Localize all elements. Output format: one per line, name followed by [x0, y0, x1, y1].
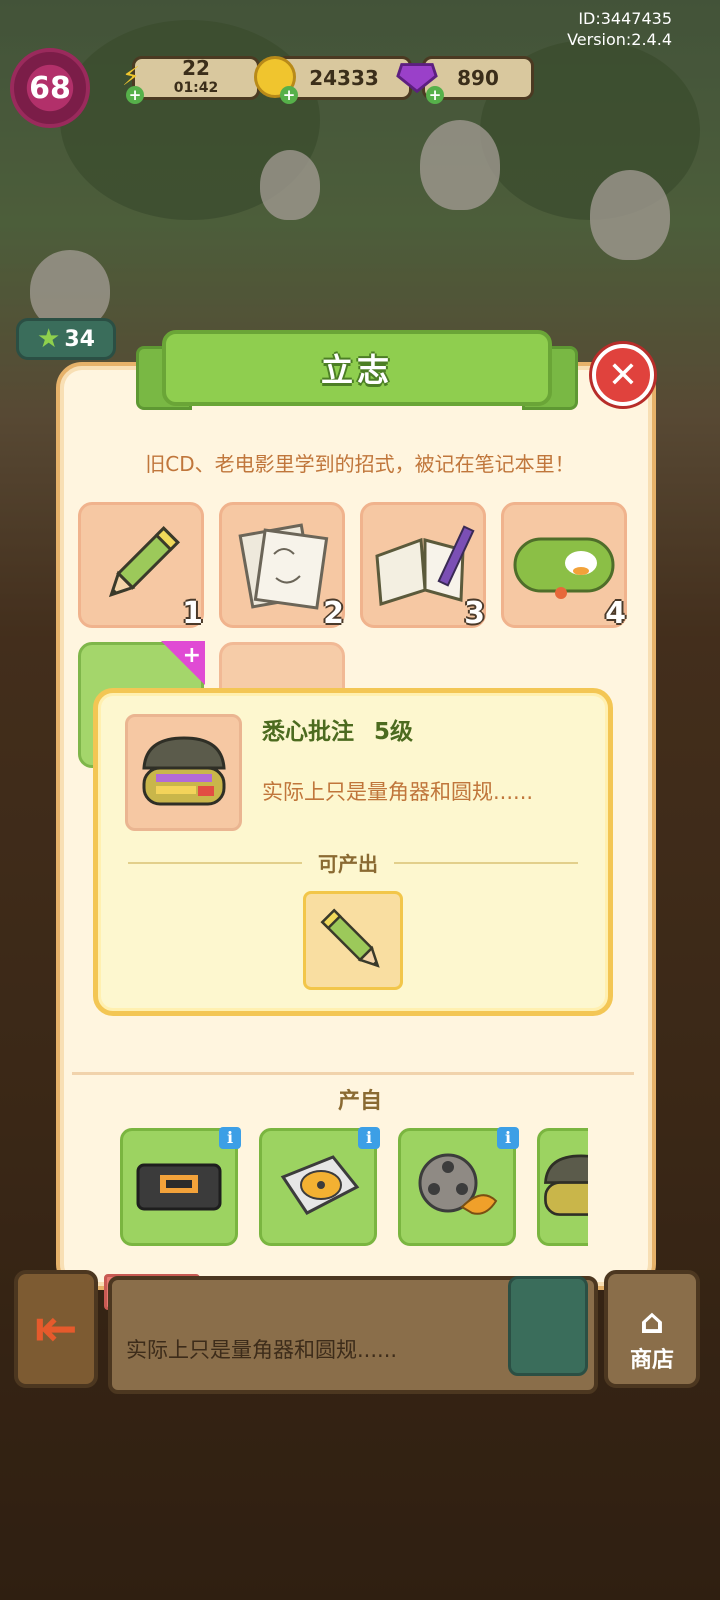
shop-button[interactable]: ⌂ 商店 [604, 1270, 700, 1388]
close-icon: ✕ [607, 354, 639, 396]
coin-value: 24333 [309, 66, 379, 90]
exit-button[interactable]: ⇤ [14, 1270, 98, 1388]
player-id: ID:3447435 [578, 9, 672, 28]
pencil-icon [320, 908, 380, 968]
add-coins-plus-icon[interactable]: + [280, 86, 298, 104]
coin-counter[interactable]: 24333 + [254, 56, 412, 104]
detail-item-name: 悉心批注 [262, 719, 354, 745]
film-reel-icon [418, 1153, 498, 1215]
info-icon[interactable]: i [497, 1127, 519, 1149]
chain-item-2[interactable]: 2 [219, 502, 345, 631]
star-icon: ★ [37, 324, 61, 354]
chain-item-1[interactable]: 1 [78, 502, 204, 631]
chain-item-3[interactable]: 3 [360, 502, 486, 631]
chain-item-level: 1 [182, 596, 203, 631]
chain-item-level: 2 [323, 596, 344, 631]
notebook-icon [375, 525, 475, 606]
add-energy-plus-icon[interactable]: + [126, 86, 144, 104]
detail-item-image [125, 714, 242, 831]
star-counter[interactable]: ★ 34 [16, 318, 116, 360]
source-item-3[interactable]: i [398, 1127, 519, 1246]
version-text: Version:2.4.4 [567, 30, 672, 49]
energy-timer: 01:42 [173, 80, 219, 96]
energy-counter[interactable]: 22 01:42 ⚡ + [110, 56, 260, 104]
pencil-case-icon [513, 537, 615, 599]
chain-item-level: 4 [605, 596, 626, 631]
popup-title: 立志 [320, 351, 393, 389]
chain-description: 旧CD、老电影里学到的招式，被记在笔记本里！ [145, 452, 575, 476]
pencil-icon [108, 526, 180, 598]
selected-plus-icon: + [161, 641, 205, 685]
produces-item-slot[interactable] [303, 891, 403, 990]
section-divider [72, 1072, 634, 1075]
energy-value: 22 [182, 56, 210, 80]
open-pencil-case-icon [544, 1154, 588, 1216]
detail-item-level: 5级 [374, 719, 414, 745]
sell-coin-button[interactable] [508, 1276, 588, 1376]
shop-icon: ⌂ [639, 1302, 665, 1342]
sketch-paper-icon [238, 523, 329, 610]
vhs-tape-icon [136, 1163, 222, 1211]
detail-item-title: 悉心批注 5级 [262, 712, 413, 746]
gem-counter[interactable]: 890 + [396, 56, 534, 104]
shop-label: 商店 [629, 1348, 674, 1373]
chain-item-level: 3 [464, 596, 485, 631]
source-item-2[interactable]: i [259, 1127, 380, 1246]
bottom-item-description: 实际上只是量角器和圆规...... [126, 1338, 398, 1362]
close-button[interactable]: ✕ [592, 344, 654, 406]
detail-item-description: 实际上只是量角器和圆规...... [262, 780, 534, 804]
exit-icon: ⇤ [34, 1299, 78, 1359]
source-item-1[interactable]: i [120, 1127, 241, 1246]
open-pencil-case-icon [141, 735, 226, 805]
star-value: 34 [64, 326, 95, 352]
produces-label: 可产出 [302, 848, 394, 877]
source-label: 产自 [337, 1089, 382, 1114]
info-icon[interactable]: i [358, 1127, 380, 1149]
player-level-badge[interactable]: 68 [10, 48, 90, 128]
chain-item-4[interactable]: 4 [501, 502, 627, 631]
player-level-value: 68 [29, 70, 71, 106]
gem-value: 890 [457, 66, 499, 90]
add-gems-plus-icon[interactable]: + [426, 86, 444, 104]
source-item-4[interactable] [537, 1128, 588, 1246]
popup-title-banner: 立志 [136, 330, 578, 410]
cd-player-icon [280, 1155, 360, 1215]
build-info: ID:3447435 Version:2.4.4 [567, 8, 672, 50]
info-icon[interactable]: i [219, 1127, 241, 1149]
source-item-4-partial[interactable] [537, 1128, 588, 1246]
